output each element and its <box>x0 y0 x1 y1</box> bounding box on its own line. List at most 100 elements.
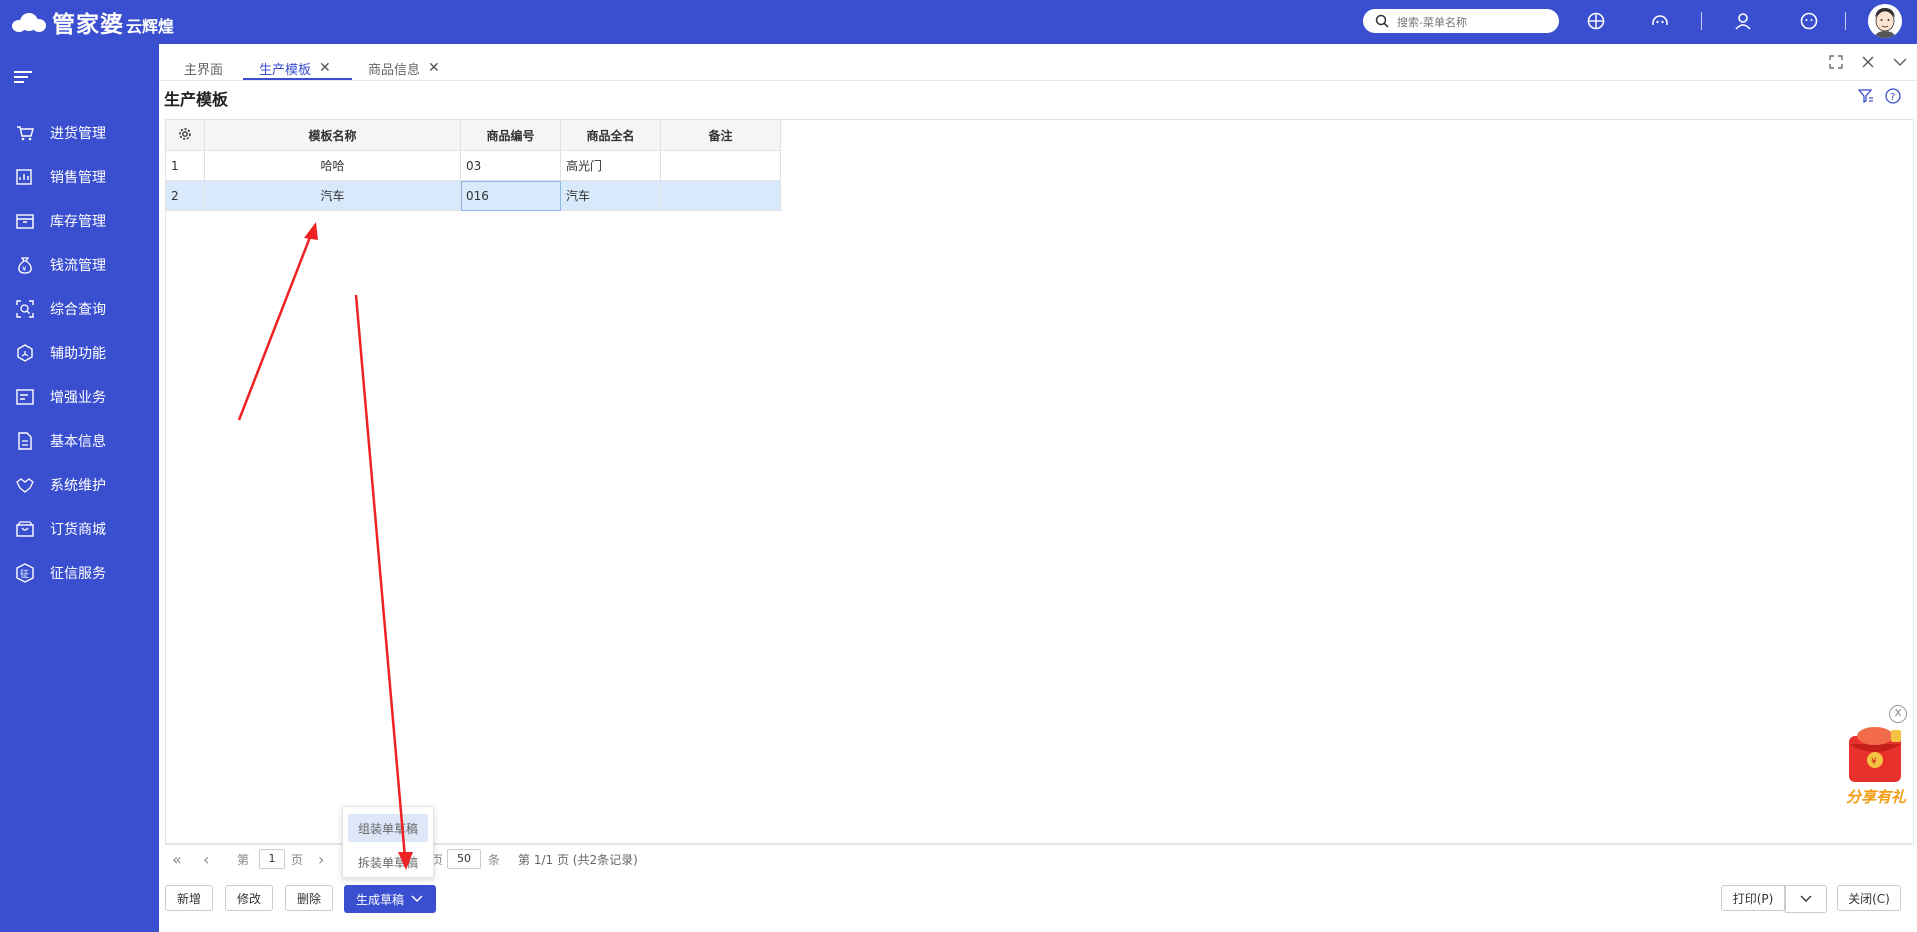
cell-template-name[interactable]: 汽车 <box>204 180 461 211</box>
help-icon[interactable]: ? <box>1885 88 1901 104</box>
sidebar-item-label: 系统维护 <box>50 478 106 494</box>
cell-product-name[interactable]: 高光门 <box>560 150 661 181</box>
user-service-icon[interactable] <box>1731 9 1755 33</box>
tab-production-template[interactable]: 生产模板 ✕ <box>259 58 331 78</box>
column-header[interactable]: 备注 <box>660 119 781 151</box>
tab-label: 商品信息 <box>368 62 421 78</box>
tab-label: 生产模板 <box>259 62 312 78</box>
cell-product-code[interactable]: 03 <box>460 150 561 181</box>
close-icon[interactable]: ✕ <box>428 60 440 76</box>
cell-remark[interactable] <box>660 150 781 181</box>
row-index: 2 <box>165 180 205 211</box>
page-suffix: 页 <box>291 853 304 867</box>
row-index: 1 <box>165 150 205 181</box>
sidebar-item-label: 钱流管理 <box>50 258 106 274</box>
next-page-icon[interactable]: › <box>318 850 324 869</box>
cell-product-name[interactable]: 汽车 <box>560 180 661 211</box>
first-page-icon[interactable]: « <box>172 850 182 869</box>
template-table: 模板名称 商品编号 商品全名 备注 1 哈哈 03 高光门 2 汽车 016 汽… <box>165 119 781 211</box>
table-row[interactable]: 2 汽车 016 汽车 <box>165 180 781 211</box>
search-icon <box>1375 14 1389 28</box>
sidebar-item-cashflow[interactable]: ¥ 钱流管理 <box>0 250 159 280</box>
generate-draft-button[interactable]: 生成草稿 <box>344 885 436 913</box>
promo-close-icon[interactable]: X <box>1889 705 1907 723</box>
column-header[interactable]: 商品编号 <box>460 119 561 151</box>
chevron-down-icon[interactable] <box>1893 56 1907 68</box>
svg-text:¥: ¥ <box>1871 757 1877 767</box>
tab-label: 主界面 <box>184 62 224 78</box>
sidebar-item-inventory[interactable]: 库存管理 <box>0 206 159 236</box>
close-all-icon[interactable] <box>1861 55 1875 69</box>
page-title: 生产模板 <box>164 90 229 109</box>
sidebar-item-basic-info[interactable]: 基本信息 <box>0 426 159 456</box>
generate-draft-label: 生成草稿 <box>355 892 404 907</box>
menu-item-disassembly-draft[interactable]: 拆装单草稿 <box>348 848 428 876</box>
column-settings[interactable] <box>165 119 205 151</box>
page-size-input[interactable]: 50 <box>447 849 481 869</box>
header-divider <box>1701 12 1702 30</box>
red-envelope-icon[interactable]: ¥ <box>1845 726 1907 786</box>
cell-template-name[interactable]: 哈哈 <box>204 150 461 181</box>
fullscreen-icon[interactable] <box>1829 55 1843 69</box>
data-grid <box>165 119 1914 845</box>
sidebar-item-sales[interactable]: 销售管理 <box>0 162 159 192</box>
credit-badge-icon: 征 <box>16 563 34 583</box>
active-tab-indicator <box>243 78 352 80</box>
search-input[interactable] <box>1395 12 1549 32</box>
edit-button[interactable]: 修改 <box>225 885 273 911</box>
cell-remark[interactable] <box>660 180 781 211</box>
sidebar-item-purchase[interactable]: 进货管理 <box>0 118 159 148</box>
brand-name: 管家婆 <box>52 12 124 38</box>
sidebar-item-label: 征信服务 <box>50 566 106 582</box>
sidebar-item-label: 综合查询 <box>50 302 106 318</box>
sidebar-item-label: 进货管理 <box>50 126 106 142</box>
filter-icon[interactable] <box>1858 88 1874 104</box>
print-dropdown-button[interactable] <box>1785 885 1827 913</box>
sidebar-item-auxiliary[interactable]: 辅助功能 <box>0 338 159 368</box>
tab-product-info[interactable]: 商品信息 ✕ <box>368 58 440 78</box>
prev-page-icon[interactable]: ‹ <box>203 850 209 869</box>
app-logo[interactable]: 管家婆 云辉煌 <box>12 8 174 38</box>
sidebar-item-credit[interactable]: 征 征信服务 <box>0 558 159 588</box>
tab-home[interactable]: 主界面 <box>184 58 223 78</box>
close-icon[interactable]: ✕ <box>319 60 331 76</box>
menu-item-assembly-draft[interactable]: 组装单草稿 <box>348 814 428 842</box>
sidebar-item-label: 销售管理 <box>50 170 106 186</box>
cell-product-code[interactable]: 016 <box>460 180 561 211</box>
user-avatar-icon <box>1868 4 1902 38</box>
print-button[interactable]: 打印(P) <box>1721 885 1785 911</box>
top-header <box>0 0 1917 44</box>
gear-icon[interactable] <box>178 127 192 141</box>
sidebar-item-mall[interactable]: 订货商城 <box>0 514 159 544</box>
sidebar-item-maintenance[interactable]: 系统维护 <box>0 470 159 500</box>
sidebar-item-enhanced[interactable]: 增强业务 <box>0 382 159 412</box>
svg-text:¥: ¥ <box>22 265 27 273</box>
shop-icon <box>16 521 34 537</box>
sidebar-item-label: 辅助功能 <box>50 346 106 362</box>
grid-apps-icon[interactable] <box>1584 9 1608 33</box>
chat-icon[interactable] <box>1797 9 1821 33</box>
table-row[interactable]: 1 哈哈 03 高光门 <box>165 150 781 181</box>
column-header[interactable]: 模板名称 <box>204 119 461 151</box>
page-number-input[interactable]: 1 <box>259 849 285 869</box>
hexagon-tool-icon <box>17 344 33 362</box>
menu-toggle-icon[interactable] <box>14 70 34 84</box>
column-header[interactable]: 商品全名 <box>560 119 661 151</box>
add-button[interactable]: 新增 <box>165 885 213 911</box>
svg-text:?: ? <box>1890 92 1895 103</box>
delete-button[interactable]: 删除 <box>285 885 333 911</box>
handshake-icon <box>16 478 34 493</box>
headset-icon[interactable] <box>1648 9 1672 33</box>
sidebar-item-query[interactable]: 综合查询 <box>0 294 159 324</box>
cart-icon <box>17 126 34 141</box>
menu-search[interactable] <box>1363 9 1559 33</box>
cloud-logo-icon <box>12 12 46 32</box>
avatar[interactable] <box>1868 4 1902 38</box>
sidebar-item-label: 基本信息 <box>50 434 106 450</box>
header-divider <box>1845 12 1846 30</box>
list-board-icon <box>16 389 34 405</box>
box-icon <box>16 214 34 229</box>
promo-label[interactable]: 分享有礼 <box>1846 786 1906 807</box>
chevron-down-icon <box>1800 895 1812 902</box>
close-button[interactable]: 关闭(C) <box>1837 885 1901 911</box>
